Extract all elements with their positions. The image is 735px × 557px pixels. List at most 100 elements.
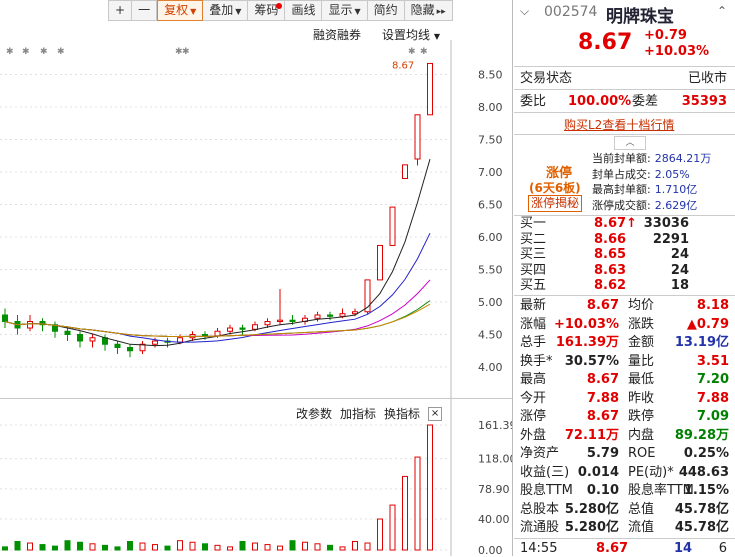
trade-status-row: 交易状态 已收市 <box>520 70 731 87</box>
divider <box>514 134 735 135</box>
quote-label: 最新 <box>520 298 547 313</box>
overlay-label: 叠加 <box>209 3 234 17</box>
display-button[interactable]: 显示 ▼ <box>322 0 368 21</box>
quote-value: ▲0.79 <box>686 316 729 332</box>
switch-indicator-button[interactable]: 换指标 <box>384 405 420 422</box>
limit-stat-value: 2.05% <box>654 167 690 181</box>
bid-row[interactable]: 买一 8.67↑ 33036 <box>514 216 735 232</box>
stock-code: 002574 <box>544 4 598 20</box>
display-label: 显示 <box>328 3 353 17</box>
volume-bar <box>14 540 21 551</box>
quote-label: 总股本 <box>520 501 560 517</box>
overlay-button[interactable]: 叠加 ▼ <box>203 0 249 21</box>
volume-bar <box>427 424 433 551</box>
volume-bar <box>289 540 296 551</box>
tick-price: 8.67 <box>596 541 629 556</box>
quote-row: 流通股 5.280亿 流值 45.78亿 <box>514 519 735 538</box>
tick-count: 6 <box>718 541 727 556</box>
bid-row[interactable]: 买二 8.66 2291 <box>514 232 735 248</box>
candle-body <box>402 164 408 180</box>
quote-label: 流值 <box>628 520 655 535</box>
bid-row[interactable]: 买五 8.62 18 <box>514 278 735 294</box>
weibi-row: 委比 100.00% 委差 35393 <box>520 93 731 110</box>
star-marker-icon: ✱ <box>57 47 65 57</box>
bid-price: 8.65 <box>594 247 627 262</box>
candle-body <box>64 330 71 335</box>
volume-bar <box>52 545 58 551</box>
volume-bar <box>377 518 383 551</box>
chevron-down-icon[interactable]: ⌵ <box>520 4 529 19</box>
chip-button[interactable]: 筹码 <box>248 0 286 21</box>
volume-bar <box>414 456 421 551</box>
candle-body <box>77 334 83 342</box>
volume-bar <box>77 541 83 551</box>
collapse-icon[interactable]: ︿ <box>614 136 646 150</box>
hide-label: 隐藏 <box>410 3 435 17</box>
bid-label: 买二 <box>520 231 547 247</box>
star-marker-icon: ✱ <box>182 47 190 57</box>
quote-value: 161.39万 <box>555 335 619 350</box>
limit-stat-value: 2.629亿 <box>654 198 698 212</box>
modify-params-button[interactable]: 改参数 <box>296 405 332 422</box>
volume-bar <box>277 545 283 551</box>
panel-divider <box>0 398 512 399</box>
star-marker-icon: ✱ <box>22 47 30 57</box>
price-axis-label: 4.00 <box>478 361 503 374</box>
volume-bar <box>39 544 46 551</box>
quote-label: 涨停 <box>520 409 547 424</box>
draw-line-button[interactable]: 画线 <box>285 0 323 21</box>
quote-label: 昨收 <box>628 390 655 406</box>
volume-axis-label: 0.00 <box>478 544 503 556</box>
quote-value: 89.28万 <box>674 427 729 443</box>
quote-row: 最高 8.67 最低 7.20 <box>514 371 735 390</box>
bid-price: 8.66 <box>594 231 627 247</box>
bid-row[interactable]: 买四 8.63 24 <box>514 263 735 279</box>
candle-body <box>227 327 233 332</box>
weicha-value: 35393 <box>681 94 727 109</box>
price-axis-label: 7.00 <box>478 166 503 179</box>
chevron-up-icon[interactable]: ⌃ <box>717 4 727 18</box>
divider <box>514 295 735 296</box>
ma-line <box>4 158 431 347</box>
l2-purchase-link[interactable]: 购买L2查看十档行情 <box>564 116 674 133</box>
volume-bar <box>177 540 183 551</box>
candle-body <box>277 319 283 323</box>
volume-bar <box>152 544 158 551</box>
candle-body <box>127 347 133 352</box>
quote-row: 换手* 30.57% 量比 3.51 <box>514 353 735 372</box>
quote-row: 涨停 8.67 跌停 7.09 <box>514 408 735 427</box>
bid-label: 买一 <box>520 216 547 231</box>
limit-up-reveal-button[interactable]: 涨停揭秘 <box>528 195 583 212</box>
zoom-in-button[interactable]: + <box>108 0 133 21</box>
price-axis-label: 4.50 <box>478 329 503 342</box>
star-marker-icon: ✱ <box>408 47 416 57</box>
candle-body <box>214 330 221 337</box>
add-indicator-button[interactable]: 加指标 <box>340 405 376 422</box>
candle-body <box>327 314 333 317</box>
bid-row[interactable]: 买三 8.65 24 <box>514 247 735 263</box>
volume-bar <box>64 540 71 551</box>
volume-bar <box>189 541 196 551</box>
volume-bar <box>27 542 33 551</box>
volume-bar <box>102 544 108 551</box>
quote-label: 股息TTM <box>520 483 573 498</box>
quote-row: 涨幅 +10.03% 涨跌 ▲0.79 <box>514 316 735 335</box>
quote-value: 8.67 <box>586 372 619 387</box>
bid-volume: 18 <box>670 278 689 293</box>
chevron-down-icon: ▼ <box>354 7 361 16</box>
quote-value: 13.19亿 <box>674 335 729 350</box>
kline-chart-area[interactable]: 融资融券 设置均线 ▼ 8.50 8.00 7.50 7.00 6.50 6.00 5.50… <box>0 20 512 556</box>
quote-value: 1.15% <box>683 483 729 498</box>
price-axis-label: 6.00 <box>478 231 503 244</box>
limit-stat-label: 涨停成交额: <box>592 198 651 212</box>
simple-button[interactable]: 简约 <box>367 0 405 21</box>
panel-separator <box>512 0 513 556</box>
close-icon[interactable]: × <box>428 406 443 421</box>
fuquan-button[interactable]: 复权 ▼ <box>157 0 204 21</box>
zoom-out-button[interactable]: 一 <box>132 0 158 21</box>
chip-label: 筹码 <box>254 3 279 17</box>
candle-body <box>114 343 121 348</box>
quote-label: 内盘 <box>628 427 655 443</box>
weibi-value: 100.00% <box>568 94 632 109</box>
hide-button[interactable]: 隐藏 ▸▸ <box>404 0 453 21</box>
